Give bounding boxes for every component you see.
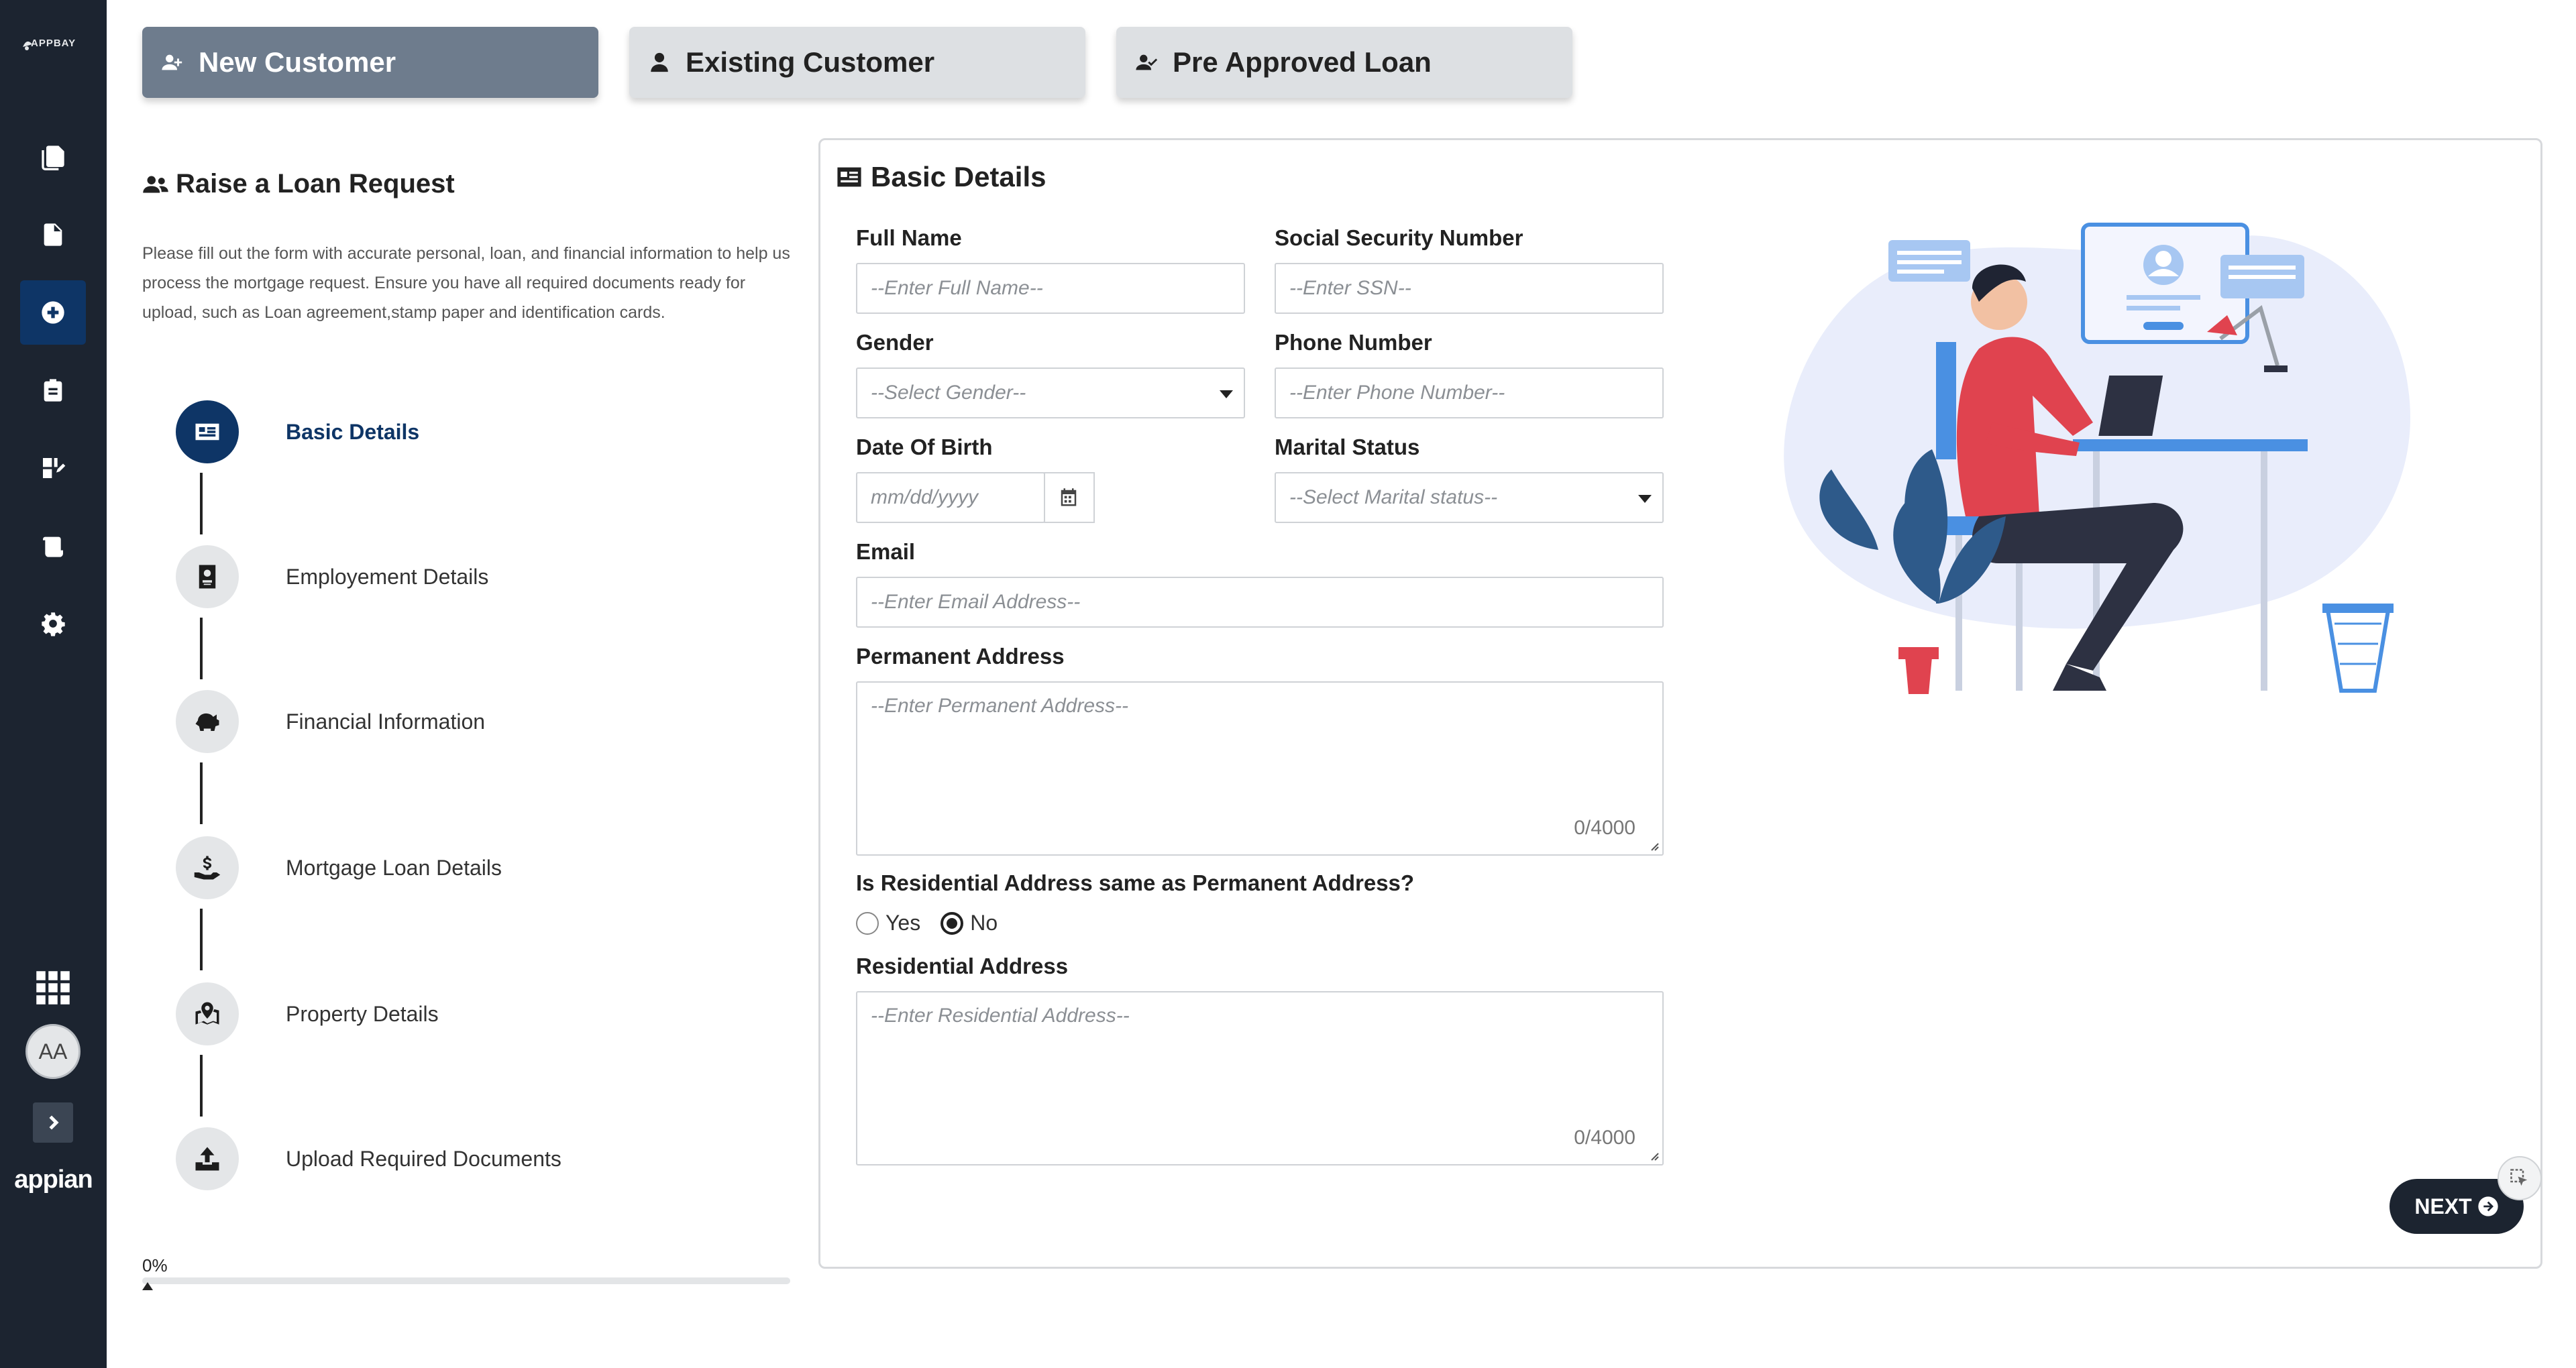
tab-pre-approved-loan[interactable]: Pre Approved Loan: [1116, 27, 1572, 98]
full-name-input[interactable]: --Enter Full Name--: [856, 263, 1245, 314]
clipboard-icon: [44, 379, 62, 402]
tab-new-customer[interactable]: New Customer: [142, 27, 598, 98]
select-tool-button[interactable]: [2498, 1156, 2542, 1200]
badge-icon: [199, 565, 216, 589]
step-label: Financial Information: [286, 709, 486, 734]
tab-label: New Customer: [199, 46, 396, 78]
basic-details-title: Basic Details: [836, 161, 1046, 193]
upload-icon: [195, 1147, 219, 1171]
resize-handle-icon[interactable]: [1649, 1151, 1660, 1161]
caret-down-icon: [1220, 390, 1233, 398]
nav-file[interactable]: [20, 203, 86, 267]
step-label: Property Details: [286, 1001, 439, 1026]
navigation-rail: APPBAY AA appian: [0, 0, 107, 1368]
dob-label: Date Of Birth: [856, 435, 993, 459]
gender-label: Gender: [856, 330, 934, 355]
nav-clipboard[interactable]: [20, 358, 86, 422]
marital-status-label: Marital Status: [1275, 435, 1420, 459]
user-check-icon: [1136, 54, 1158, 70]
step-mortgage-loan-details[interactable]: Mortgage Loan Details: [176, 836, 502, 899]
nav-documents[interactable]: [20, 125, 86, 189]
residential-address-label: Residential Address: [856, 954, 1069, 978]
step-connector: [200, 1055, 203, 1117]
id-card-icon: [195, 423, 219, 441]
same-address-question: Is Residential Address same as Permanent…: [856, 870, 1415, 895]
step-connector: [200, 618, 203, 679]
radio-no[interactable]: No: [941, 911, 998, 935]
permanent-address-label: Permanent Address: [856, 644, 1065, 669]
permanent-address-textarea[interactable]: --Enter Permanent Address-- 0/4000: [856, 681, 1664, 856]
tab-existing-customer[interactable]: Existing Customer: [629, 27, 1085, 98]
email-input[interactable]: --Enter Email Address--: [856, 577, 1664, 628]
cursor-select-icon: [2510, 1169, 2528, 1186]
caret-down-icon: [1638, 495, 1652, 503]
hand-dollar-icon: [194, 856, 221, 880]
user-icon: [651, 52, 668, 72]
user-avatar[interactable]: AA: [25, 1024, 80, 1079]
phone-input[interactable]: --Enter Phone Number--: [1275, 367, 1664, 418]
expand-rail-button[interactable]: [33, 1102, 73, 1143]
same-address-radio-group: Yes No: [856, 911, 1018, 935]
full-name-label: Full Name: [856, 225, 962, 250]
arrow-right-circle-icon: [2478, 1196, 2498, 1216]
scroll-icon: [43, 536, 63, 557]
radio-circle[interactable]: [856, 911, 879, 935]
step-upload-documents[interactable]: Upload Required Documents: [176, 1127, 561, 1190]
person-at-desk-illustration: [1784, 223, 2411, 694]
gender-select[interactable]: --Select Gender--: [856, 367, 1245, 418]
calendar-button[interactable]: [1044, 472, 1095, 523]
resize-handle-icon[interactable]: [1649, 841, 1660, 852]
dob-input[interactable]: mm/dd/yyyy: [856, 472, 1045, 523]
plus-circle-icon: [42, 301, 64, 324]
progress-bar: [142, 1277, 790, 1284]
radio-yes[interactable]: Yes: [856, 911, 920, 935]
apps-grid-icon[interactable]: [35, 970, 71, 1006]
gear-icon: [42, 612, 65, 636]
nav-reports[interactable]: [20, 436, 86, 500]
step-financial-information[interactable]: Financial Information: [176, 690, 485, 753]
step-label: Upload Required Documents: [286, 1146, 561, 1171]
residential-address-textarea[interactable]: --Enter Residential Address-- 0/4000: [856, 991, 1664, 1165]
copy-documents-icon: [42, 146, 64, 170]
piggy-bank-icon: [195, 713, 219, 731]
progress-marker: [142, 1282, 153, 1290]
step-label: Mortgage Loan Details: [286, 855, 502, 880]
chevron-right-icon: [49, 1115, 59, 1130]
report-edit-icon: [43, 458, 66, 478]
tab-label: Existing Customer: [686, 46, 935, 78]
radio-circle-checked[interactable]: [941, 911, 964, 935]
nav-new-request[interactable]: [20, 280, 86, 345]
logo-text: APPBAY: [31, 38, 76, 49]
map-pin-icon: [195, 1002, 219, 1025]
ssn-label: Social Security Number: [1275, 225, 1523, 250]
tab-label: Pre Approved Loan: [1173, 46, 1432, 78]
step-connector: [200, 473, 203, 534]
nav-settings[interactable]: [20, 591, 86, 656]
loan-request-title: Raise a Loan Request: [142, 169, 455, 199]
step-label: Employement Details: [286, 564, 489, 589]
users-icon: [143, 176, 168, 192]
ssn-input[interactable]: --Enter SSN--: [1275, 263, 1664, 314]
user-plus-icon: [162, 54, 182, 70]
id-card-icon: [837, 167, 861, 187]
character-count: 0/4000: [1574, 1127, 1635, 1149]
step-employment-details[interactable]: Employement Details: [176, 545, 488, 608]
character-count: 0/4000: [1574, 817, 1635, 839]
step-connector: [200, 909, 203, 970]
email-label: Email: [856, 539, 916, 564]
step-connector: [200, 762, 203, 824]
loan-request-description: Please fill out the form with accurate p…: [142, 244, 790, 322]
progress-percentage: 0%: [142, 1255, 168, 1275]
step-basic-details[interactable]: Basic Details: [176, 400, 419, 463]
appian-brand: appian: [14, 1165, 93, 1194]
file-icon: [44, 223, 62, 246]
nav-scroll[interactable]: [20, 514, 86, 578]
calendar-icon: [1061, 488, 1077, 506]
marital-status-select[interactable]: --Select Marital status--: [1275, 472, 1664, 523]
step-label: Basic Details: [286, 419, 420, 444]
step-property-details[interactable]: Property Details: [176, 982, 439, 1045]
phone-label: Phone Number: [1275, 330, 1432, 355]
